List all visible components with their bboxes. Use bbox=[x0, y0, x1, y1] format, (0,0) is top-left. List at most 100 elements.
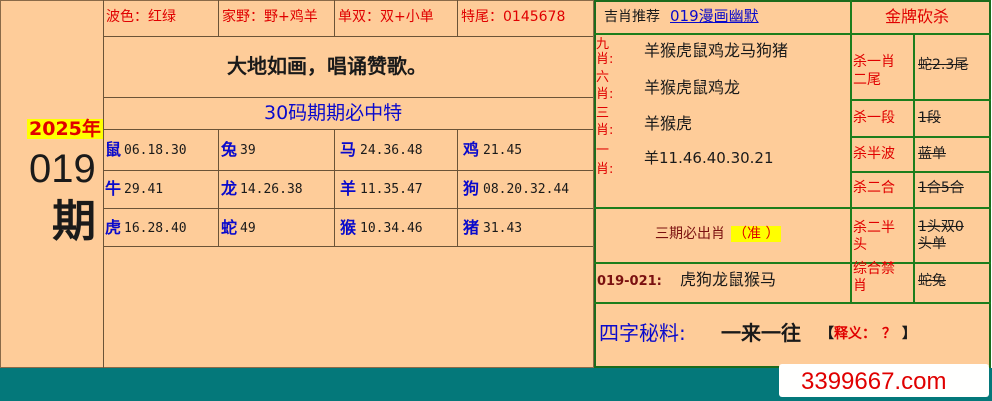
divider bbox=[218, 129, 219, 246]
recommend-six: 羊猴虎鼠鸡龙 bbox=[644, 78, 741, 97]
kill-label: 杀半波 bbox=[853, 146, 895, 162]
divider bbox=[218, 0, 219, 36]
four-char-phrase: 一来一往 bbox=[721, 321, 801, 345]
accurate-badge: （准 ） bbox=[731, 226, 782, 242]
kill-label-line: 二尾 bbox=[853, 72, 881, 88]
issue-number: 019 bbox=[29, 147, 96, 191]
recommend-one: 羊11.46.40.30.21 bbox=[644, 149, 774, 167]
recommend-three: 羊猴虎 bbox=[644, 114, 693, 133]
zodiac-animal: 猴 bbox=[340, 218, 357, 237]
side-label: 肖: bbox=[596, 162, 614, 177]
divider bbox=[457, 0, 458, 36]
range-label: 019-021: bbox=[597, 274, 662, 289]
side-label: 肖: bbox=[596, 87, 614, 102]
zodiac-animal: 鸡 bbox=[463, 140, 480, 159]
three-period-text: 三期必出肖 bbox=[655, 226, 725, 242]
recommend-nine: 羊猴虎鼠鸡龙马狗猪 bbox=[644, 41, 789, 60]
kill-label: 杀二半头 bbox=[853, 220, 895, 254]
zodiac-animal: 狗 bbox=[463, 179, 480, 198]
side-label: 三 bbox=[596, 106, 610, 121]
divider bbox=[103, 170, 593, 171]
kill-label-line: 肖 bbox=[853, 278, 867, 294]
divider bbox=[334, 0, 335, 36]
note-question: ？ bbox=[882, 326, 896, 342]
kill-label: 杀一段 bbox=[853, 110, 895, 126]
range-zodiacs: 虎狗龙鼠猴马 bbox=[680, 270, 777, 289]
kill-label-line: 杀一肖 bbox=[853, 54, 895, 70]
zodiac-animal: 鼠 bbox=[105, 140, 122, 159]
four-char-note: 【释义： ？ 】 bbox=[820, 327, 916, 341]
kill-value: 蓝单 bbox=[918, 146, 946, 162]
zodiac-numbers: 39 bbox=[240, 143, 256, 158]
kill-value: 1合5合 bbox=[918, 180, 964, 196]
zodiac-numbers: 29.41 bbox=[124, 182, 164, 197]
zodiac-numbers: 16.28.40 bbox=[124, 221, 187, 236]
recommend-link[interactable]: 019漫画幽默 bbox=[670, 9, 759, 24]
wave-color: 波色：红绿 bbox=[106, 9, 176, 25]
domestic-wild: 家野：野+鸡羊 bbox=[222, 9, 318, 25]
thirty-code-title: 30码期期必中特 bbox=[264, 102, 403, 124]
kill-label: 杀一肖 二尾 bbox=[853, 53, 895, 89]
zodiac-numbers: 24.36.48 bbox=[360, 143, 423, 158]
side-label: 一 bbox=[596, 143, 610, 158]
kill-label-line: 综合禁 bbox=[853, 261, 895, 277]
divider bbox=[457, 129, 458, 246]
zodiac-numbers: 31.43 bbox=[483, 221, 523, 236]
kill-label-line: 头 bbox=[853, 237, 867, 253]
zodiac-numbers: 11.35.47 bbox=[360, 182, 423, 197]
divider bbox=[103, 208, 593, 209]
divider bbox=[103, 36, 593, 37]
slogan: 大地如画，唱诵赞歌。 bbox=[227, 54, 427, 78]
gold-kill-title: 金牌砍杀 bbox=[885, 7, 950, 26]
kill-value: 蛇兔 bbox=[918, 273, 946, 289]
zodiac-numbers: 10.34.46 bbox=[360, 221, 423, 236]
brand-watermark: 3399667.com bbox=[779, 364, 989, 397]
bracket-close: 】 bbox=[902, 326, 916, 342]
kill-value: 1段 bbox=[918, 110, 941, 126]
divider bbox=[334, 129, 335, 246]
kill-label: 综合禁肖 bbox=[853, 261, 895, 295]
zodiac-animal: 虎 bbox=[105, 218, 122, 237]
divider bbox=[850, 171, 991, 173]
zodiac-numbers: 49 bbox=[240, 221, 256, 236]
side-label: 肖: bbox=[596, 123, 614, 138]
four-char-label: 四字秘料: bbox=[599, 321, 686, 345]
divider bbox=[850, 0, 852, 302]
note-label: 释义： bbox=[834, 326, 876, 342]
divider bbox=[103, 246, 593, 247]
divider bbox=[850, 136, 991, 138]
zodiac-numbers: 21.45 bbox=[483, 143, 523, 158]
special-tail: 特尾：0145678 bbox=[461, 9, 566, 25]
recommend-title: 吉肖推荐 bbox=[604, 9, 660, 25]
divider bbox=[850, 99, 991, 101]
divider bbox=[103, 129, 593, 130]
divider bbox=[594, 302, 991, 304]
odd-even: 单双：双+小单 bbox=[338, 9, 434, 25]
side-label: 九 bbox=[596, 37, 610, 52]
zodiac-numbers: 14.26.38 bbox=[240, 182, 303, 197]
zodiac-animal: 龙 bbox=[221, 179, 238, 198]
zodiac-animal: 牛 bbox=[105, 179, 122, 198]
zodiac-animal: 马 bbox=[340, 140, 357, 159]
zodiac-animal: 蛇 bbox=[221, 218, 238, 237]
zodiac-numbers: 06.18.30 bbox=[124, 143, 187, 158]
side-label: 肖: bbox=[596, 52, 614, 67]
brand-text: 3399667.com bbox=[801, 368, 947, 395]
zodiac-animal: 羊 bbox=[340, 179, 357, 198]
side-label: 六 bbox=[596, 70, 610, 85]
kill-label-text: 杀一肖 二尾 bbox=[853, 54, 895, 88]
zodiac-animal: 兔 bbox=[221, 140, 238, 159]
kill-value: 蛇2.3尾 bbox=[918, 57, 969, 73]
zodiac-animal: 猪 bbox=[463, 218, 480, 237]
bracket-open: 【 bbox=[820, 326, 834, 342]
divider bbox=[850, 207, 991, 209]
divider bbox=[103, 97, 593, 98]
kill-label-line: 杀二半 bbox=[853, 220, 895, 236]
kill-label: 杀二合 bbox=[853, 180, 895, 196]
issue-period: 期 bbox=[52, 196, 96, 247]
divider bbox=[103, 0, 104, 368]
kill-value: 1头双0头单 bbox=[918, 219, 964, 252]
issue-year: 2025年 bbox=[29, 118, 101, 140]
divider bbox=[594, 33, 991, 35]
zodiac-numbers: 08.20.32.44 bbox=[483, 182, 570, 197]
